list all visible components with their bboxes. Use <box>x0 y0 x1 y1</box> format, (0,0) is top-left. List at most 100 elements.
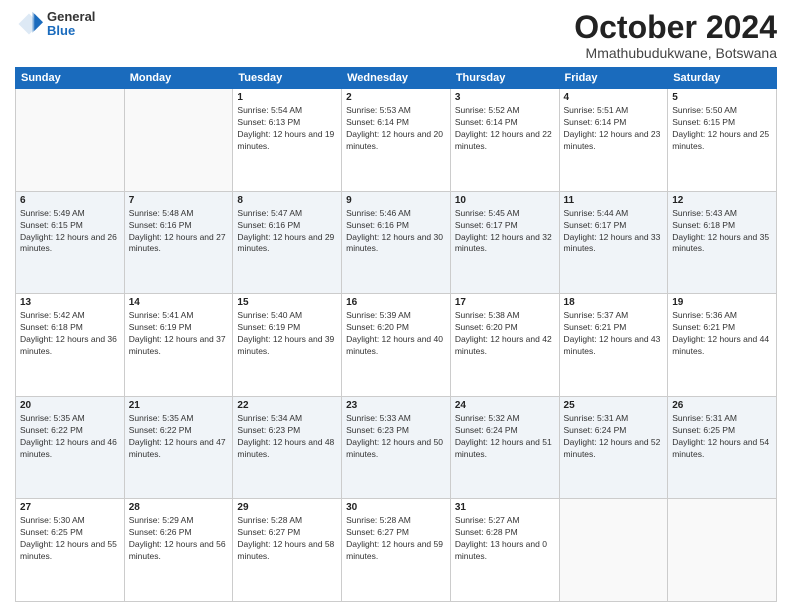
calendar-cell: 4 Sunrise: 5:51 AMSunset: 6:14 PMDaylight… <box>559 89 668 192</box>
calendar-cell: 12 Sunrise: 5:43 AMSunset: 6:18 PMDayligh… <box>668 191 777 294</box>
day-info: Sunrise: 5:27 AMSunset: 6:28 PMDaylight:… <box>455 515 555 563</box>
weekday-header-tuesday: Tuesday <box>233 68 342 89</box>
day-info: Sunrise: 5:54 AMSunset: 6:13 PMDaylight:… <box>237 105 337 153</box>
logo: General Blue <box>15 10 95 39</box>
calendar-cell <box>668 499 777 602</box>
day-number: 18 <box>564 297 664 308</box>
calendar-cell: 22 Sunrise: 5:34 AMSunset: 6:23 PMDayligh… <box>233 396 342 499</box>
day-info: Sunrise: 5:51 AMSunset: 6:14 PMDaylight:… <box>564 105 664 153</box>
calendar-cell: 11Sunrise: 5:44 AMSunset: 6:17 PMDayligh… <box>559 191 668 294</box>
day-info: Sunrise: 5:50 AMSunset: 6:15 PMDaylight:… <box>672 105 772 153</box>
calendar-cell: 25Sunrise: 5:31 AMSunset: 6:24 PMDayligh… <box>559 396 668 499</box>
day-number: 14 <box>129 297 229 308</box>
logo-text: General Blue <box>47 10 95 39</box>
day-number: 23 <box>346 400 446 411</box>
calendar-cell <box>559 499 668 602</box>
day-number: 10 <box>455 195 555 206</box>
day-info: Sunrise: 5:38 AMSunset: 6:20 PMDaylight:… <box>455 310 555 358</box>
day-number: 26 <box>672 400 772 411</box>
day-info: Sunrise: 5:39 AMSunset: 6:20 PMDaylight:… <box>346 310 446 358</box>
day-number: 13 <box>20 297 120 308</box>
day-number: 17 <box>455 297 555 308</box>
calendar-cell: 26Sunrise: 5:31 AMSunset: 6:25 PMDayligh… <box>668 396 777 499</box>
weekday-header-wednesday: Wednesday <box>342 68 451 89</box>
day-info: Sunrise: 5:41 AMSunset: 6:19 PMDaylight:… <box>129 310 229 358</box>
day-number: 7 <box>129 195 229 206</box>
day-info: Sunrise: 5:34 AMSunset: 6:23 PMDaylight:… <box>237 413 337 461</box>
calendar-cell: 27Sunrise: 5:30 AMSunset: 6:25 PMDayligh… <box>16 499 125 602</box>
calendar-header-row: SundayMondayTuesdayWednesdayThursdayFrid… <box>16 68 777 89</box>
calendar-cell: 9 Sunrise: 5:46 AMSunset: 6:16 PMDaylight… <box>342 191 451 294</box>
day-number: 9 <box>346 195 446 206</box>
calendar-cell: 8 Sunrise: 5:47 AMSunset: 6:16 PMDaylight… <box>233 191 342 294</box>
day-info: Sunrise: 5:46 AMSunset: 6:16 PMDaylight:… <box>346 208 446 256</box>
logo-blue: Blue <box>47 24 95 38</box>
calendar-week-row: 20 Sunrise: 5:35 AMSunset: 6:22 PMDayligh… <box>16 396 777 499</box>
day-info: Sunrise: 5:29 AMSunset: 6:26 PMDaylight:… <box>129 515 229 563</box>
calendar-cell: 13 Sunrise: 5:42 AMSunset: 6:18 PMDayligh… <box>16 294 125 397</box>
day-info: Sunrise: 5:48 AMSunset: 6:16 PMDaylight:… <box>129 208 229 256</box>
calendar-week-row: 1Sunrise: 5:54 AMSunset: 6:13 PMDaylight… <box>16 89 777 192</box>
calendar-cell: 15Sunrise: 5:40 AMSunset: 6:19 PMDayligh… <box>233 294 342 397</box>
day-number: 11 <box>564 195 664 206</box>
day-number: 31 <box>455 502 555 513</box>
day-info: Sunrise: 5:47 AMSunset: 6:16 PMDaylight:… <box>237 208 337 256</box>
day-info: Sunrise: 5:40 AMSunset: 6:19 PMDaylight:… <box>237 310 337 358</box>
calendar-cell: 19 Sunrise: 5:36 AMSunset: 6:21 PMDayligh… <box>668 294 777 397</box>
calendar-cell: 6 Sunrise: 5:49 AMSunset: 6:15 PMDaylight… <box>16 191 125 294</box>
calendar-cell: 1Sunrise: 5:54 AMSunset: 6:13 PMDaylight… <box>233 89 342 192</box>
calendar-cell <box>124 89 233 192</box>
day-info: Sunrise: 5:30 AMSunset: 6:25 PMDaylight:… <box>20 515 120 563</box>
calendar-cell: 28 Sunrise: 5:29 AMSunset: 6:26 PMDayligh… <box>124 499 233 602</box>
day-info: Sunrise: 5:36 AMSunset: 6:21 PMDaylight:… <box>672 310 772 358</box>
day-info: Sunrise: 5:45 AMSunset: 6:17 PMDaylight:… <box>455 208 555 256</box>
day-info: Sunrise: 5:53 AMSunset: 6:14 PMDaylight:… <box>346 105 446 153</box>
day-info: Sunrise: 5:43 AMSunset: 6:18 PMDaylight:… <box>672 208 772 256</box>
day-number: 5 <box>672 92 772 103</box>
day-number: 30 <box>346 502 446 513</box>
day-number: 8 <box>237 195 337 206</box>
calendar-week-row: 27Sunrise: 5:30 AMSunset: 6:25 PMDayligh… <box>16 499 777 602</box>
calendar-cell: 5 Sunrise: 5:50 AMSunset: 6:15 PMDaylight… <box>668 89 777 192</box>
day-number: 22 <box>237 400 337 411</box>
calendar-cell: 18 Sunrise: 5:37 AMSunset: 6:21 PMDayligh… <box>559 294 668 397</box>
calendar-table: SundayMondayTuesdayWednesdayThursdayFrid… <box>15 67 777 602</box>
day-info: Sunrise: 5:37 AMSunset: 6:21 PMDaylight:… <box>564 310 664 358</box>
day-number: 21 <box>129 400 229 411</box>
day-number: 4 <box>564 92 664 103</box>
logo-icon <box>15 10 43 38</box>
calendar-week-row: 13 Sunrise: 5:42 AMSunset: 6:18 PMDayligh… <box>16 294 777 397</box>
day-info: Sunrise: 5:49 AMSunset: 6:15 PMDaylight:… <box>20 208 120 256</box>
day-number: 28 <box>129 502 229 513</box>
location-title: Mmathubudukwane, Botswana <box>574 45 777 61</box>
title-block: October 2024 Mmathubudukwane, Botswana <box>574 10 777 61</box>
day-info: Sunrise: 5:35 AMSunset: 6:22 PMDaylight:… <box>20 413 120 461</box>
month-title: October 2024 <box>574 10 777 45</box>
day-number: 12 <box>672 195 772 206</box>
calendar-cell: 10 Sunrise: 5:45 AMSunset: 6:17 PMDayligh… <box>450 191 559 294</box>
day-number: 24 <box>455 400 555 411</box>
calendar-cell: 30Sunrise: 5:28 AMSunset: 6:27 PMDayligh… <box>342 499 451 602</box>
weekday-header-friday: Friday <box>559 68 668 89</box>
weekday-header-sunday: Sunday <box>16 68 125 89</box>
calendar-cell: 20 Sunrise: 5:35 AMSunset: 6:22 PMDayligh… <box>16 396 125 499</box>
calendar-cell: 17 Sunrise: 5:38 AMSunset: 6:20 PMDayligh… <box>450 294 559 397</box>
weekday-header-saturday: Saturday <box>668 68 777 89</box>
calendar-body: 1Sunrise: 5:54 AMSunset: 6:13 PMDaylight… <box>16 89 777 602</box>
logo-general: General <box>47 10 95 24</box>
calendar-cell: 14 Sunrise: 5:41 AMSunset: 6:19 PMDayligh… <box>124 294 233 397</box>
day-info: Sunrise: 5:42 AMSunset: 6:18 PMDaylight:… <box>20 310 120 358</box>
day-number: 19 <box>672 297 772 308</box>
day-info: Sunrise: 5:28 AMSunset: 6:27 PMDaylight:… <box>237 515 337 563</box>
day-number: 25 <box>564 400 664 411</box>
calendar-cell <box>16 89 125 192</box>
calendar-page: General Blue October 2024 Mmathubudukwan… <box>0 0 792 612</box>
header: General Blue October 2024 Mmathubudukwan… <box>15 10 777 61</box>
calendar-cell: 24 Sunrise: 5:32 AMSunset: 6:24 PMDayligh… <box>450 396 559 499</box>
day-number: 16 <box>346 297 446 308</box>
day-info: Sunrise: 5:33 AMSunset: 6:23 PMDaylight:… <box>346 413 446 461</box>
day-number: 20 <box>20 400 120 411</box>
day-number: 6 <box>20 195 120 206</box>
day-number: 3 <box>455 92 555 103</box>
day-info: Sunrise: 5:32 AMSunset: 6:24 PMDaylight:… <box>455 413 555 461</box>
